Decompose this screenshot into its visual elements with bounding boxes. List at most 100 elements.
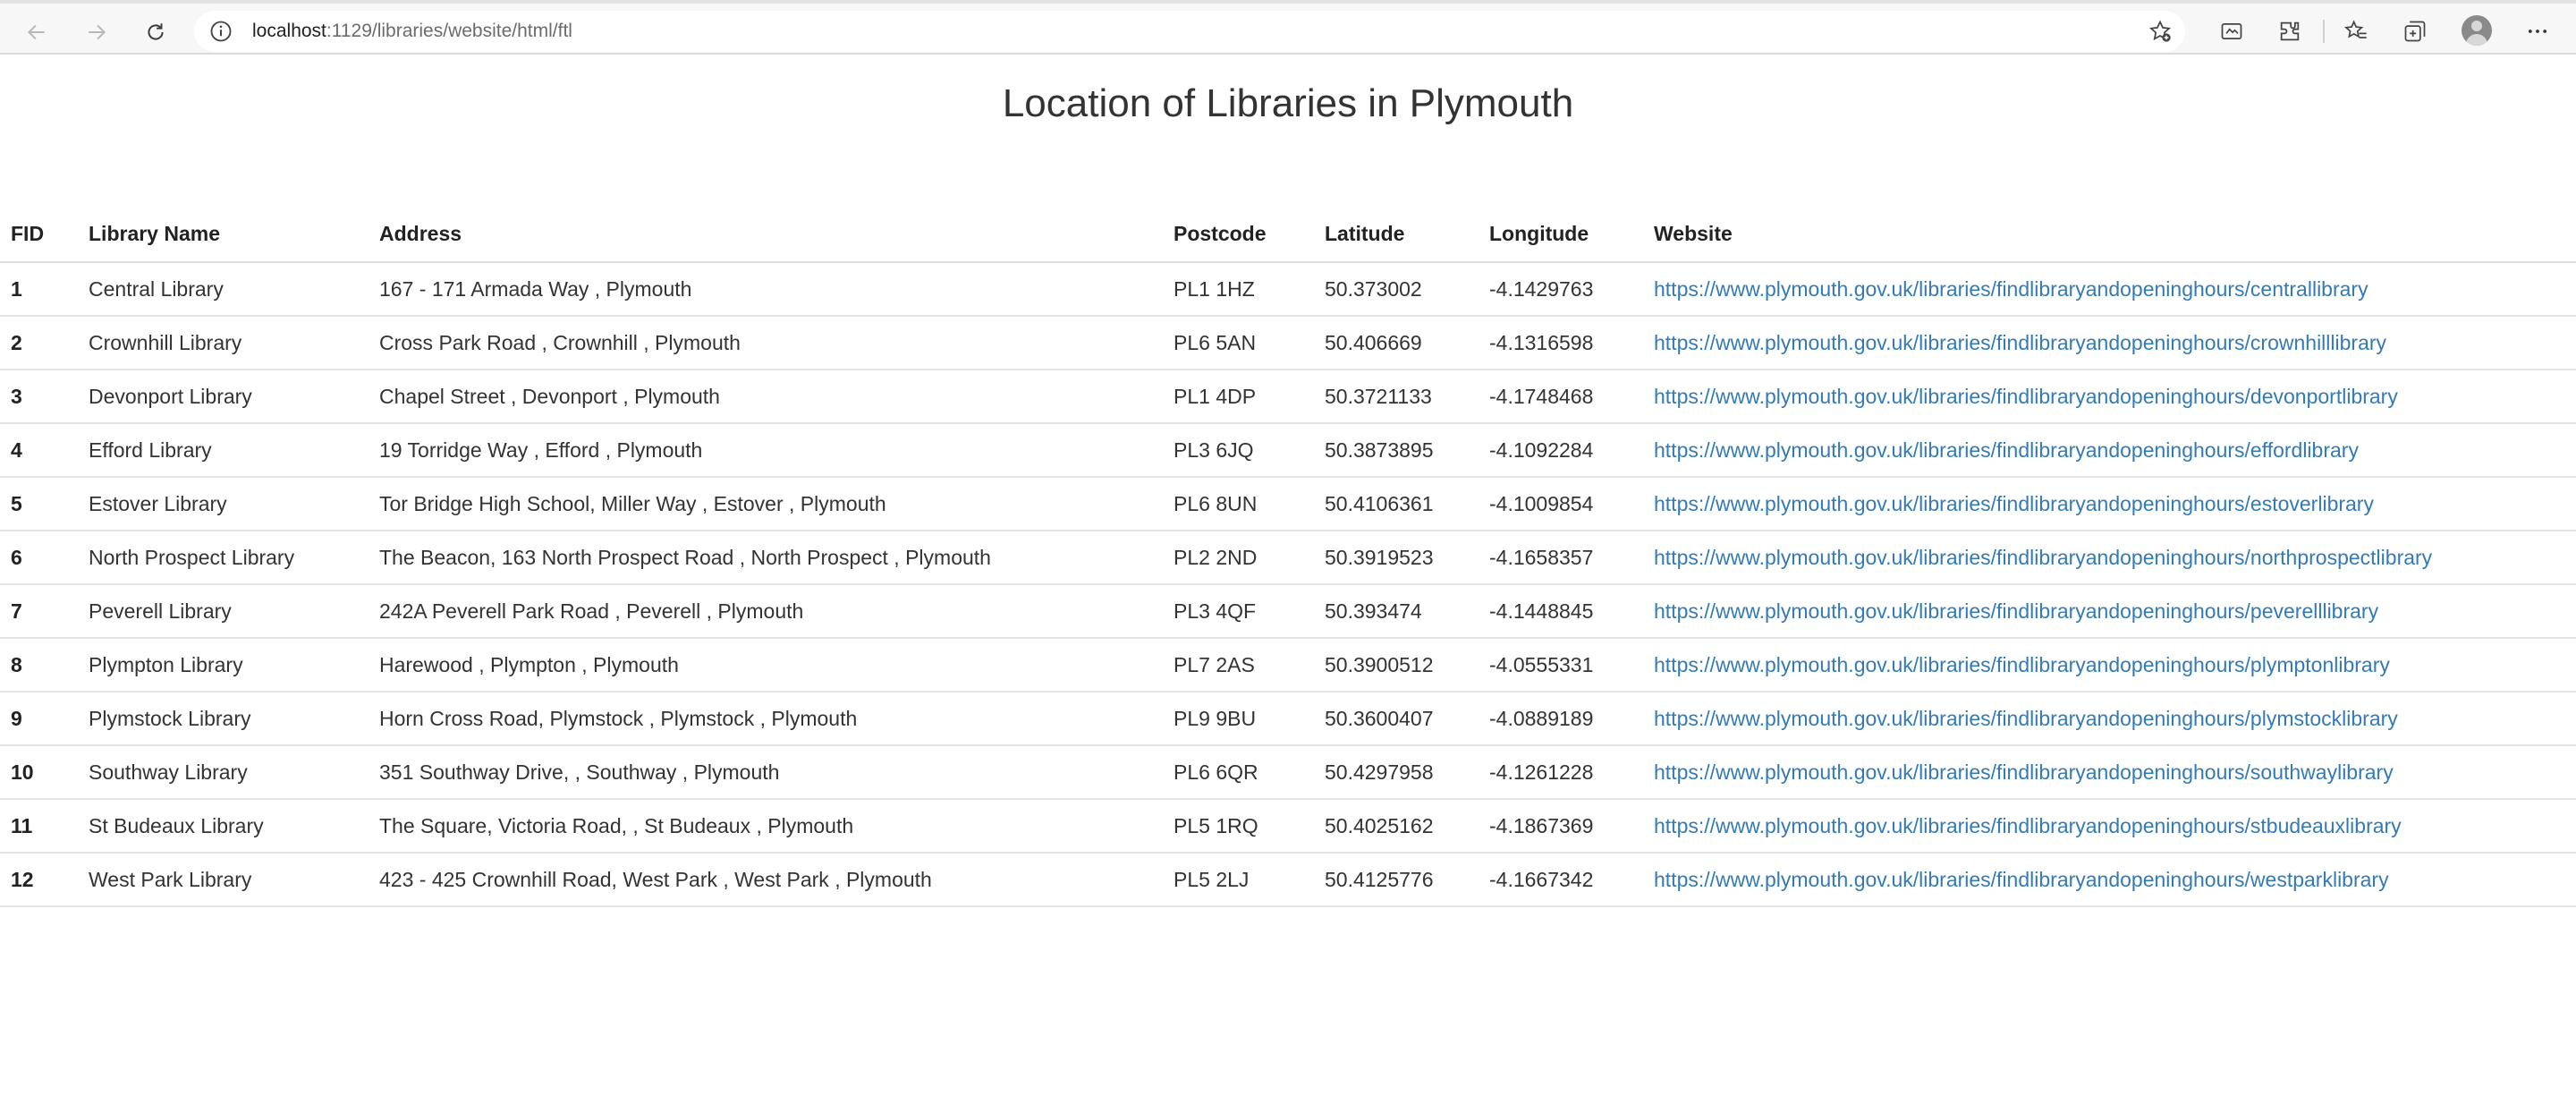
table-row: 6 North Prospect Library The Beacon, 163 N…	[0, 531, 2576, 585]
website-link[interactable]: https://www.plymouth.gov.uk/libraries/fi…	[1654, 438, 2359, 462]
longitude-cell: -4.1748468	[1479, 370, 1643, 424]
postcode-cell: PL6 6QR	[1163, 745, 1314, 800]
website-cell: https://www.plymouth.gov.uk/libraries/fi…	[1643, 638, 2576, 692]
fid-cell: 2	[0, 316, 78, 370]
longitude-cell: -4.1261228	[1479, 745, 1643, 800]
address-cell: Cross Park Road , Crownhill , Plymouth	[369, 316, 1163, 370]
postcode-cell: PL6 8UN	[1163, 477, 1314, 531]
table-row: 1 Central Library 167 - 171 Armada Way , P…	[0, 262, 2576, 317]
library-name-cell: West Park Library	[78, 853, 369, 907]
extensions-icon	[2280, 21, 2300, 41]
website-link[interactable]: https://www.plymouth.gov.uk/libraries/fi…	[1654, 546, 2432, 569]
website-link[interactable]: https://www.plymouth.gov.uk/libraries/fi…	[1654, 814, 2402, 837]
address-bar[interactable]: localhost:1129/libraries/website/html/ft…	[194, 11, 2185, 52]
library-name-cell: Estover Library	[78, 477, 369, 531]
header-library-name: Library Name	[78, 206, 369, 263]
more-menu-button[interactable]	[2522, 16, 2553, 47]
favorite-add-icon[interactable]	[2148, 19, 2173, 44]
postcode-cell: PL1 4DP	[1163, 370, 1314, 424]
favorites-button[interactable]	[2341, 16, 2371, 47]
library-name-cell: Devonport Library	[78, 370, 369, 424]
website-link[interactable]: https://www.plymouth.gov.uk/libraries/fi…	[1654, 492, 2374, 515]
immersive-reader-button[interactable]	[2216, 16, 2247, 47]
address-cell: Tor Bridge High School, Miller Way , Est…	[369, 477, 1163, 531]
header-fid: FID	[0, 206, 78, 263]
longitude-cell: -4.1009854	[1479, 477, 1643, 531]
website-cell: https://www.plymouth.gov.uk/libraries/fi…	[1643, 423, 2576, 478]
reload-button[interactable]	[138, 14, 174, 50]
website-cell: https://www.plymouth.gov.uk/libraries/fi…	[1643, 745, 2576, 800]
postcode-cell: PL7 2AS	[1163, 638, 1314, 692]
website-cell: https://www.plymouth.gov.uk/libraries/fi…	[1643, 799, 2576, 854]
latitude-cell: 50.3900512	[1314, 638, 1479, 692]
website-link[interactable]: https://www.plymouth.gov.uk/libraries/fi…	[1654, 868, 2389, 891]
fid-cell: 7	[0, 584, 78, 639]
address-cell: 19 Torridge Way , Efford , Plymouth	[369, 423, 1163, 478]
table-row: 7 Peverell Library 242A Peverell Park Road…	[0, 584, 2576, 639]
website-link[interactable]: https://www.plymouth.gov.uk/libraries/fi…	[1654, 707, 2398, 730]
fid-cell: 8	[0, 638, 78, 692]
website-cell: https://www.plymouth.gov.uk/libraries/fi…	[1643, 531, 2576, 585]
latitude-cell: 50.4106361	[1314, 477, 1479, 531]
toolbar-separator	[2323, 20, 2325, 43]
website-cell: https://www.plymouth.gov.uk/libraries/fi…	[1643, 262, 2576, 317]
longitude-cell: -4.0889189	[1479, 692, 1643, 746]
fid-cell: 12	[0, 853, 78, 907]
back-arrow-icon	[27, 24, 45, 40]
latitude-cell: 50.4025162	[1314, 799, 1479, 854]
fid-cell: 4	[0, 423, 78, 478]
latitude-cell: 50.3721133	[1314, 370, 1479, 424]
fid-cell: 11	[0, 799, 78, 854]
url-text[interactable]: localhost:1129/libraries/website/html/ft…	[252, 21, 572, 42]
library-name-cell: Central Library	[78, 262, 369, 317]
fid-cell: 9	[0, 692, 78, 746]
website-cell: https://www.plymouth.gov.uk/libraries/fi…	[1643, 316, 2576, 370]
forward-arrow-icon	[89, 24, 106, 40]
favorites-icon	[2344, 20, 2367, 38]
table-row: 2 Crownhill Library Cross Park Road , Crow…	[0, 316, 2576, 370]
profile-avatar[interactable]	[2462, 15, 2492, 46]
info-icon[interactable]	[208, 19, 233, 44]
address-cell: 351 Southway Drive, , Southway , Plymout…	[369, 745, 1163, 800]
longitude-cell: -4.1448845	[1479, 584, 1643, 639]
website-cell: https://www.plymouth.gov.uk/libraries/fi…	[1643, 692, 2576, 746]
website-link[interactable]: https://www.plymouth.gov.uk/libraries/fi…	[1654, 277, 2368, 301]
latitude-cell: 50.393474	[1314, 584, 1479, 639]
page-title: Location of Libraries in Plymouth	[1002, 81, 1574, 125]
postcode-cell: PL1 1HZ	[1163, 262, 1314, 317]
address-cell: 423 - 425 Crownhill Road, West Park , We…	[369, 853, 1163, 907]
table-row: 8 Plympton Library Harewood , Plympton , P…	[0, 638, 2576, 692]
website-link[interactable]: https://www.plymouth.gov.uk/libraries/fi…	[1654, 331, 2386, 354]
table-row: 10 Southway Library 351 Southway Drive, , …	[0, 745, 2576, 800]
collections-button[interactable]	[2400, 16, 2430, 47]
address-cell: Chapel Street , Devonport , Plymouth	[369, 370, 1163, 424]
website-cell: https://www.plymouth.gov.uk/libraries/fi…	[1643, 370, 2576, 424]
longitude-cell: -4.1092284	[1479, 423, 1643, 478]
table-row: 9 Plymstock Library Horn Cross Road, Plyms…	[0, 692, 2576, 746]
fid-cell: 3	[0, 370, 78, 424]
url-host: localhost	[252, 21, 326, 41]
forward-button[interactable]	[79, 14, 114, 50]
library-name-cell: Plymstock Library	[78, 692, 369, 746]
header-longitude: Longitude	[1479, 206, 1643, 263]
longitude-cell: -4.1316598	[1479, 316, 1643, 370]
website-link[interactable]: https://www.plymouth.gov.uk/libraries/fi…	[1654, 599, 2378, 623]
postcode-cell: PL6 5AN	[1163, 316, 1314, 370]
latitude-cell: 50.3873895	[1314, 423, 1479, 478]
library-name-cell: Crownhill Library	[78, 316, 369, 370]
website-link[interactable]: https://www.plymouth.gov.uk/libraries/fi…	[1654, 760, 2394, 784]
header-address: Address	[369, 206, 1163, 263]
longitude-cell: -4.1867369	[1479, 799, 1643, 854]
library-name-cell: North Prospect Library	[78, 531, 369, 585]
back-button[interactable]	[19, 14, 55, 50]
address-cell: The Square, Victoria Road, , St Budeaux …	[369, 799, 1163, 854]
postcode-cell: PL5 2LJ	[1163, 853, 1314, 907]
libraries-table: FID Library Name Address Postcode Latitu…	[0, 206, 2576, 907]
library-name-cell: Peverell Library	[78, 584, 369, 639]
library-name-cell: Southway Library	[78, 745, 369, 800]
table-row: 12 West Park Library 423 - 425 Crownhill R…	[0, 853, 2576, 907]
extensions-button[interactable]	[2275, 16, 2305, 47]
fid-cell: 5	[0, 477, 78, 531]
website-link[interactable]: https://www.plymouth.gov.uk/libraries/fi…	[1654, 385, 2398, 408]
website-link[interactable]: https://www.plymouth.gov.uk/libraries/fi…	[1654, 653, 2390, 676]
